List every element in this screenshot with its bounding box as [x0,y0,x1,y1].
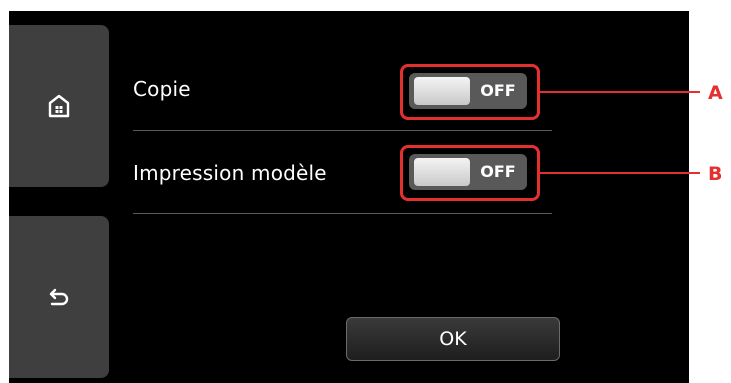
setting-label-copie: Copie [133,77,191,101]
back-button[interactable] [9,216,109,378]
callout-leader-b [540,172,700,174]
back-arrow-icon [48,287,70,307]
home-icon [48,94,70,118]
row-divider [133,213,552,214]
home-button[interactable] [9,25,109,187]
callout-letter-a: A [708,82,723,104]
callout-box-b [400,145,540,201]
row-divider [133,130,552,131]
printer-touch-screen: Copie OFF Impression modèle OFF OK [9,11,689,383]
ok-button[interactable]: OK [346,317,560,361]
callout-box-a [400,64,540,120]
setting-label-impression-modele: Impression modèle [133,161,327,185]
callout-letter-b: B [708,163,723,185]
callout-leader-a [540,91,700,93]
